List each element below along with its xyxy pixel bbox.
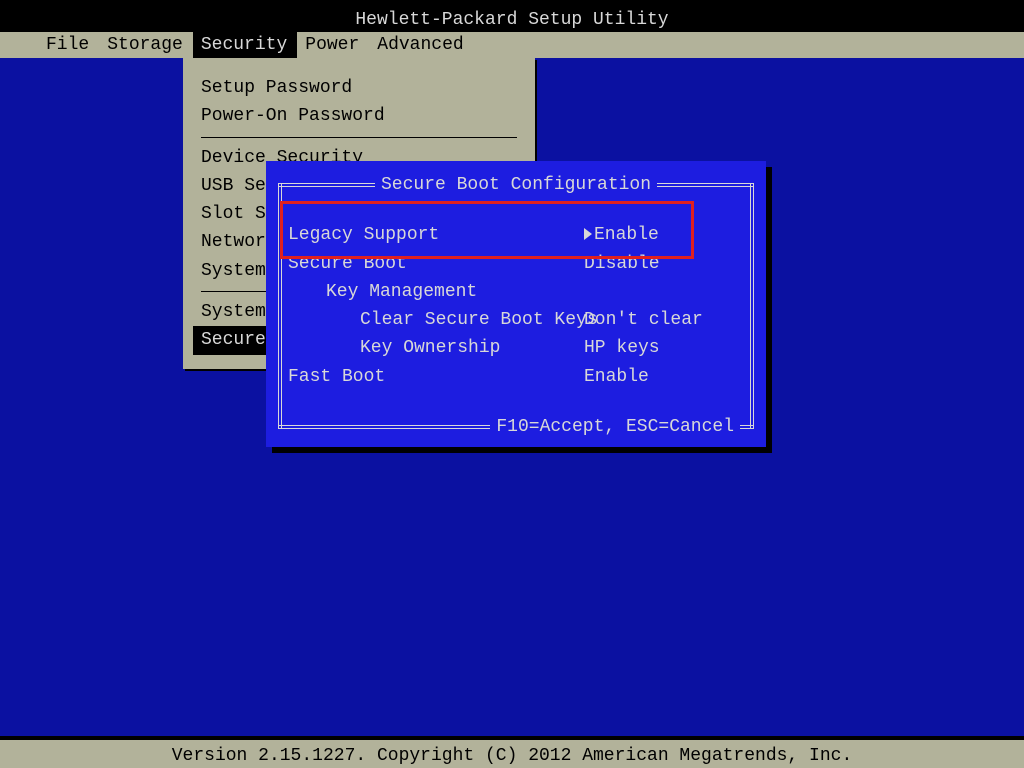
opt-key-ownership[interactable]: Key Ownership HP keys	[288, 334, 748, 362]
pointer-icon	[584, 228, 592, 240]
opt-label: Secure Boot	[288, 252, 584, 276]
opt-value: Enable	[584, 223, 659, 247]
dd-setup-password[interactable]: Setup Password	[193, 74, 525, 102]
menu-power[interactable]: Power	[297, 31, 369, 59]
opt-label: Key Management	[288, 280, 584, 304]
dd-divider	[201, 137, 517, 138]
dialog-footer-hint: F10=Accept, ESC=Cancel	[490, 415, 740, 439]
menu-advanced[interactable]: Advanced	[369, 31, 473, 59]
opt-value: Enable	[584, 365, 649, 389]
opt-label: Clear Secure Boot Keys	[288, 308, 584, 332]
opt-fast-boot[interactable]: Fast Boot Enable	[288, 363, 748, 391]
opt-label: Fast Boot	[288, 365, 584, 389]
opt-clear-keys[interactable]: Clear Secure Boot Keys Don't clear	[288, 306, 748, 334]
opt-value: HP keys	[584, 336, 660, 360]
opt-label: Legacy Support	[288, 223, 584, 247]
dd-poweron-password[interactable]: Power-On Password	[193, 102, 525, 130]
opt-value: Disable	[584, 252, 660, 276]
menubar: File Storage Security Power Advanced	[0, 32, 1024, 58]
dialog-title: Secure Boot Configuration	[375, 173, 657, 197]
menu-security[interactable]: Security	[193, 31, 297, 59]
opt-label: Key Ownership	[288, 336, 584, 360]
opt-legacy-support[interactable]: Legacy Support Enable	[288, 221, 748, 249]
secure-boot-dialog: Secure Boot Configuration Legacy Support…	[266, 161, 766, 447]
menu-storage[interactable]: Storage	[99, 31, 193, 59]
footer-version: Version 2.15.1227. Copyright (C) 2012 Am…	[0, 740, 1024, 768]
opt-value: Don't clear	[584, 308, 703, 332]
app-title: Hewlett-Packard Setup Utility	[0, 6, 1024, 32]
opt-secure-boot[interactable]: Secure Boot Disable	[288, 250, 748, 278]
menu-file[interactable]: File	[38, 31, 99, 59]
opt-key-management: Key Management	[288, 278, 748, 306]
